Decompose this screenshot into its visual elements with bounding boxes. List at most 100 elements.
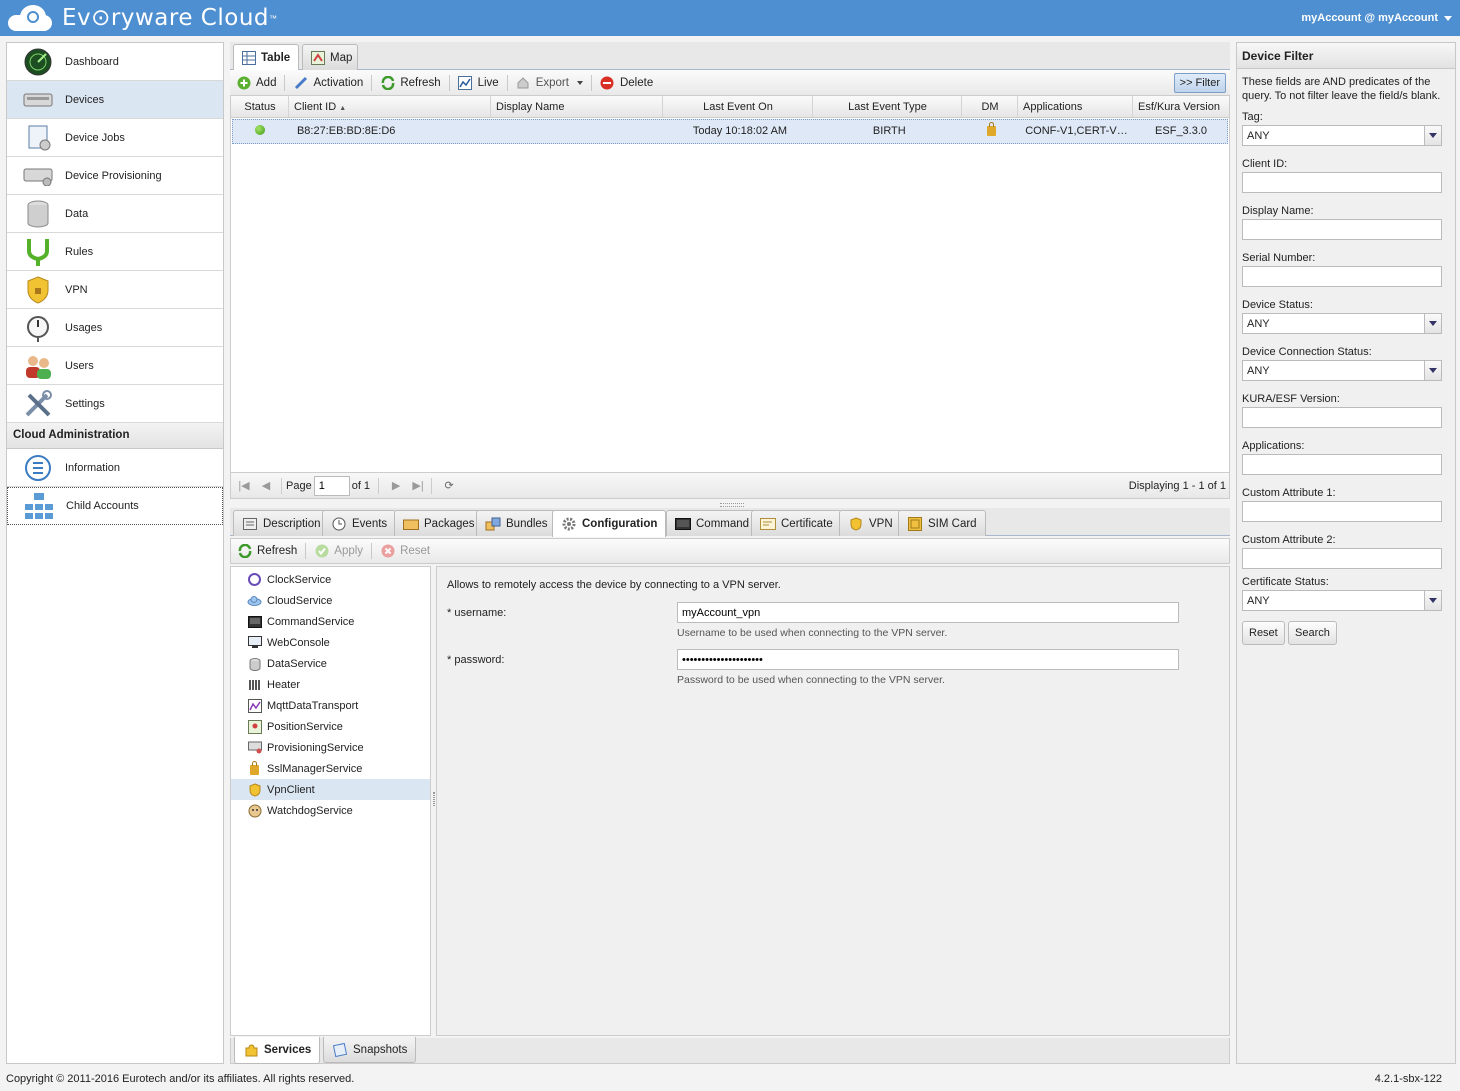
add-button[interactable]: Add <box>230 72 282 94</box>
column-client-id[interactable]: Client ID ▲ <box>289 96 491 117</box>
nav-item-data[interactable]: Data <box>7 195 223 233</box>
connection-status-select[interactable]: ANY <box>1242 360 1442 381</box>
filter-reset-button[interactable]: Reset <box>1242 621 1285 645</box>
nav-item-settings[interactable]: Settings <box>7 385 223 423</box>
service-label: VpnClient <box>267 783 315 796</box>
column-dm[interactable]: DM <box>962 96 1018 117</box>
tab-services[interactable]: Services <box>234 1037 321 1064</box>
password-label: * password: <box>447 654 505 666</box>
kura-esf-version-field[interactable] <box>1242 407 1442 428</box>
client-id-field[interactable] <box>1242 172 1442 193</box>
tab-packages[interactable]: Packages <box>394 510 484 536</box>
account-menu[interactable]: myAccount @ myAccount <box>1301 12 1452 24</box>
service-mqttdatatransport[interactable]: MqttDataTransport <box>231 695 430 716</box>
add-label: Add <box>256 76 277 89</box>
bundles-icon <box>485 516 501 532</box>
last-page-icon[interactable]: ▶| <box>409 477 427 495</box>
nav-item-devices[interactable]: Devices <box>7 81 223 119</box>
certificate-status-select[interactable]: ANY <box>1242 590 1442 611</box>
tab-command[interactable]: Command <box>666 510 759 536</box>
trademark: ™ <box>269 13 277 23</box>
nav-item-device-jobs[interactable]: Device Jobs <box>7 119 223 157</box>
service-heater[interactable]: Heater <box>231 674 430 695</box>
service-watchdogservice[interactable]: WatchdogService <box>231 800 430 821</box>
tab-configuration[interactable]: Configuration <box>552 510 667 537</box>
filter-toggle-button[interactable]: >> Filter <box>1173 72 1226 93</box>
column-last-event-type[interactable]: Last Event Type <box>813 96 962 117</box>
tab-map[interactable]: Map <box>302 44 358 70</box>
tab-label: Configuration <box>582 518 658 530</box>
column-status[interactable]: Status <box>231 96 289 117</box>
service-webconsole[interactable]: WebConsole <box>231 632 430 653</box>
custom-attribute-2-field[interactable] <box>1242 548 1442 569</box>
users-icon <box>23 351 53 381</box>
config-refresh-button[interactable]: Refresh <box>231 540 303 562</box>
heater-icon <box>247 677 262 692</box>
nav-item-usages[interactable]: Usages <box>7 309 223 347</box>
dashboard-radar-icon <box>23 47 53 77</box>
service-sslmanagerservice[interactable]: SslManagerService <box>231 758 430 779</box>
left-navigation: Dashboard Devices Device Jobs Device Pro… <box>6 42 224 1064</box>
service-dataservice[interactable]: DataService <box>231 653 430 674</box>
service-clockservice[interactable]: ClockService <box>231 569 430 590</box>
nav-item-users[interactable]: Users <box>7 347 223 385</box>
app-header: Ev⊙ryware Cloud ™ myAccount @ myAccount <box>0 0 1460 36</box>
tab-snapshots[interactable]: Snapshots <box>323 1037 417 1063</box>
reload-icon[interactable]: ⟳ <box>440 477 458 495</box>
nav-item-child-accounts[interactable]: Child Accounts <box>7 487 223 525</box>
service-cloudservice[interactable]: CloudService <box>231 590 430 611</box>
panel-splitter[interactable] <box>720 503 744 507</box>
configuration-gear-icon <box>561 516 577 532</box>
username-field[interactable] <box>677 602 1179 623</box>
service-panel-splitter[interactable] <box>433 792 435 806</box>
service-label: CloudService <box>267 594 333 607</box>
next-page-icon[interactable]: ▶ <box>387 477 405 495</box>
device-status-select[interactable]: ANY <box>1242 313 1442 334</box>
tab-sim-card[interactable]: SIM Card <box>898 510 986 536</box>
prev-page-icon[interactable]: ◀ <box>257 477 275 495</box>
tab-vpn[interactable]: VPN <box>839 510 902 536</box>
serial-number-field[interactable] <box>1242 266 1442 287</box>
nav-item-information[interactable]: Information <box>7 449 223 487</box>
command-terminal-icon <box>675 516 691 532</box>
service-vpnclient[interactable]: VpnClient <box>231 779 430 800</box>
live-button[interactable]: Live <box>452 72 505 94</box>
display-name-field[interactable] <box>1242 219 1442 240</box>
nav-item-vpn[interactable]: VPN <box>7 271 223 309</box>
tab-certificate[interactable]: Certificate <box>751 510 842 536</box>
table-row[interactable]: B8:27:EB:BD:8E:D6 Today 10:18:02 AM BIRT… <box>232 119 1228 144</box>
apply-button[interactable]: Apply <box>308 540 369 562</box>
tab-table[interactable]: Table <box>233 44 299 71</box>
device-filter-panel: Device Filter These fields are AND predi… <box>1236 42 1456 1064</box>
filter-search-button[interactable]: Search <box>1288 621 1337 645</box>
reset-button[interactable]: Reset <box>374 540 436 562</box>
column-display-name[interactable]: Display Name <box>491 96 663 117</box>
nav-item-dashboard[interactable]: Dashboard <box>7 43 223 81</box>
tab-events[interactable]: Events <box>322 510 397 536</box>
export-button[interactable]: Export <box>510 72 589 94</box>
dropdown-caret-icon <box>576 80 583 85</box>
custom-attribute-1-field[interactable] <box>1242 501 1442 522</box>
page-number-input[interactable] <box>313 475 350 496</box>
password-field[interactable] <box>677 649 1179 670</box>
service-positionservice[interactable]: PositionService <box>231 716 430 737</box>
column-client-id-label: Client ID <box>294 101 337 113</box>
tag-select[interactable]: ANY <box>1242 125 1442 146</box>
service-provisioningservice[interactable]: ProvisioningService <box>231 737 430 758</box>
lock-icon <box>987 122 997 136</box>
column-last-event-on[interactable]: Last Event On <box>663 96 813 117</box>
tab-bundles[interactable]: Bundles <box>476 510 557 536</box>
nav-item-device-provisioning[interactable]: Device Provisioning <box>7 157 223 195</box>
delete-button[interactable]: Delete <box>594 72 659 94</box>
applications-field[interactable] <box>1242 454 1442 475</box>
column-applications[interactable]: Applications <box>1018 96 1133 117</box>
position-icon <box>247 719 262 734</box>
device-detail-tabstrip: Description Events Packages Bundles Conf… <box>230 508 1230 537</box>
service-commandservice[interactable]: CommandService <box>231 611 430 632</box>
first-page-icon[interactable]: |◀ <box>235 477 253 495</box>
column-esf-kura-version[interactable]: Esf/Kura Version <box>1133 96 1226 117</box>
activation-button[interactable]: Activation <box>287 72 369 94</box>
nav-item-rules[interactable]: Rules <box>7 233 223 271</box>
tab-description[interactable]: Description <box>233 510 330 536</box>
refresh-button[interactable]: Refresh <box>374 72 446 94</box>
